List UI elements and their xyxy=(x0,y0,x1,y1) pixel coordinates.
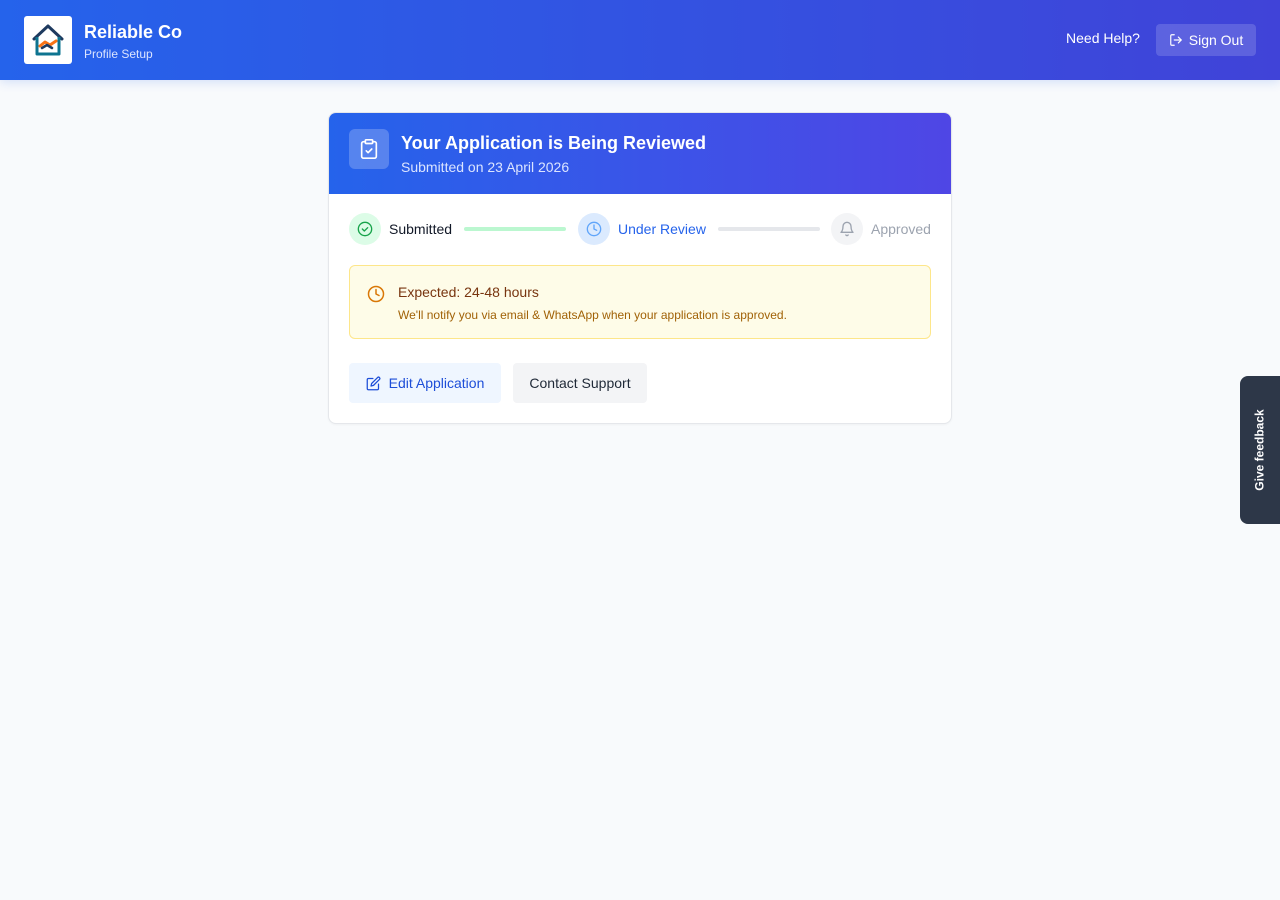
step-label-approved: Approved xyxy=(871,221,931,237)
top-header: Reliable Co Profile Setup Need Help? Sig… xyxy=(0,0,1280,80)
sign-out-icon xyxy=(1169,33,1183,47)
step-connector-complete xyxy=(464,227,566,231)
need-help-link[interactable]: Need Help? xyxy=(1058,30,1148,46)
step-connector-pending xyxy=(718,227,820,231)
card-subtitle: Submitted on 23 April 2026 xyxy=(401,159,570,175)
check-circle-icon xyxy=(349,213,381,245)
clipboard-check-icon xyxy=(349,129,389,169)
brand-subtitle: Profile Setup xyxy=(84,47,153,61)
application-status-card: Your Application is Being Reviewed Submi… xyxy=(328,112,952,424)
expected-time-notice: Expected: 24-48 hours We'll notify you v… xyxy=(349,265,931,339)
edit-application-label: Edit Application xyxy=(388,375,485,391)
house-handshake-logo[interactable] xyxy=(24,16,72,64)
step-label-under-review: Under Review xyxy=(618,221,706,237)
clock-icon xyxy=(578,213,610,245)
sign-out-label: Sign Out xyxy=(1188,32,1244,48)
contact-support-button[interactable]: Contact Support xyxy=(513,363,647,403)
sign-out-button[interactable]: Sign Out xyxy=(1156,24,1256,56)
bell-icon xyxy=(831,213,863,245)
brand-name: Reliable Co xyxy=(84,22,183,42)
step-label-submitted: Submitted xyxy=(389,221,453,237)
edit-icon xyxy=(366,376,381,391)
give-feedback-label: Give feedback xyxy=(1253,409,1267,491)
notice-text: We'll notify you via email & WhatsApp wh… xyxy=(398,308,787,322)
clock-icon xyxy=(367,285,385,303)
edit-application-button[interactable]: Edit Application xyxy=(349,363,501,403)
notice-title: Expected: 24-48 hours xyxy=(398,284,539,300)
card-title: Your Application is Being Reviewed xyxy=(401,133,707,153)
give-feedback-tab[interactable]: Give feedback xyxy=(1240,376,1280,524)
card-header: Your Application is Being Reviewed Submi… xyxy=(329,113,951,194)
